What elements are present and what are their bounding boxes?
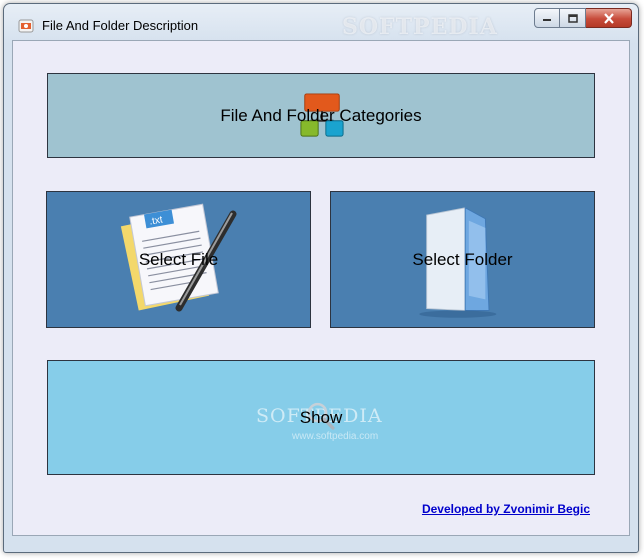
select-folder-button[interactable]: Select Folder	[330, 191, 595, 328]
categories-label: File And Folder Categories	[220, 105, 422, 125]
categories-button[interactable]: File And Folder Categories	[47, 73, 595, 158]
select-folder-label: Select Folder	[412, 249, 513, 269]
app-window: File And Folder Description SOFTPEDIA Fi…	[3, 3, 639, 553]
close-icon	[603, 12, 614, 24]
window-controls	[534, 8, 632, 30]
softpedia-watermark: SOFTPEDIA	[342, 14, 498, 40]
show-label: Show	[299, 407, 343, 427]
minimize-icon	[543, 19, 551, 21]
select-file-button[interactable]: .txt Select File	[46, 191, 311, 328]
file-badge-text: .txt	[148, 214, 163, 227]
maximize-button[interactable]	[560, 8, 586, 28]
show-button[interactable]: SOFTPEDIA www.softpedia.com Show	[47, 360, 595, 475]
app-icon[interactable]	[18, 18, 34, 34]
client-area: File And Folder Categories .txt Select F…	[12, 40, 630, 536]
close-button[interactable]	[586, 8, 632, 28]
window-title: File And Folder Description	[42, 18, 199, 33]
maximize-icon	[567, 13, 578, 23]
minimize-button[interactable]	[534, 8, 560, 28]
developer-link[interactable]: Developed by Zvonimir Begic	[422, 502, 590, 516]
select-file-label: Select File	[138, 249, 219, 269]
title-bar[interactable]: File And Folder Description SOFTPEDIA	[4, 4, 638, 44]
